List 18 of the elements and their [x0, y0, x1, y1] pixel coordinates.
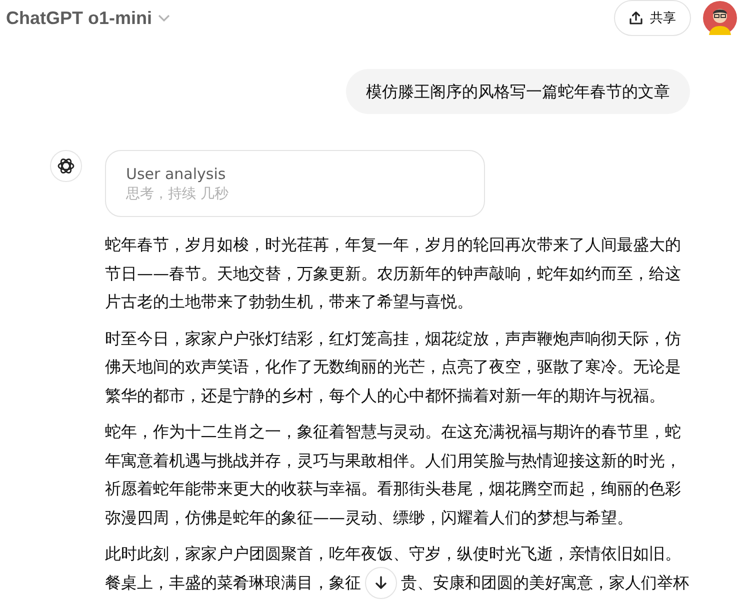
reasoning-duration: 思考，持续 几秒	[126, 185, 230, 204]
reasoning-title: User analysis	[126, 164, 227, 184]
share-icon	[629, 11, 643, 25]
user-message: 模仿滕王阁序的风格写一篇蛇年春节的文章	[346, 69, 690, 114]
answer-paragraph: 此时此刻，家家户户团圆聚首，吃年夜饭、守岁，纵使时光飞逝，亲情依旧如旧。	[105, 543, 682, 565]
share-button[interactable]: 共享	[614, 0, 691, 36]
reasoning-panel[interactable]: User analysis 思考，持续 几秒	[105, 150, 485, 217]
chevron-down-icon	[158, 14, 170, 22]
arrow-down-icon	[374, 576, 388, 590]
model-selector[interactable]: ChatGPT o1-mini	[6, 8, 170, 28]
avatar-icon[interactable]	[703, 1, 737, 35]
assistant-avatar-icon	[50, 150, 82, 182]
scroll-down-button[interactable]	[365, 566, 397, 599]
answer-paragraph: 蛇年，作为十二生肖之一，象征着智慧与灵动。在这充满祝福与期许的春节里，蛇年寓意着机遇与挑战并存，灵巧与果敢相伴。人们用笑脸与热情迎接这新的时光，祈愿着蛇年能带来更大的收获与幸福。看那街头巷尾，烟花腾空而起，绚丽的色彩弥漫四周，仿佛是蛇年的象征——灵动、缥缈，闪耀着人们的梦想与希望。	[105, 421, 682, 528]
answer-paragraph: 蛇年春节，岁月如梭，时光荏苒，年复一年，岁月的轮回再次带来了人间最盛大的节日——春节。天地交替，万象更新。农历新年的钟声敲响，蛇年如约而至，给这片古老的土地带来了勃勃生机，带来了希望与喜悦。	[105, 234, 682, 313]
answer-paragraph: 时至今日，家家户户张灯结彩，红灯笼高挂，烟花绽放，声声鞭炮声响彻天际，仿佛天地间的欢声笑语，化作了无数绚丽的光芒，点亮了夜空，驱散了寒冷。无论是繁华的都市，还是宁静的乡村，每个人的心中都怀揣着对新一年的期许与祝福。	[105, 328, 682, 406]
answer-text: 餐桌上，丰盛的菜肴琳琅满目，象征	[105, 572, 361, 594]
answer-text: 贵、安康和团圆的美好寓意，家人们举杯	[401, 572, 689, 594]
